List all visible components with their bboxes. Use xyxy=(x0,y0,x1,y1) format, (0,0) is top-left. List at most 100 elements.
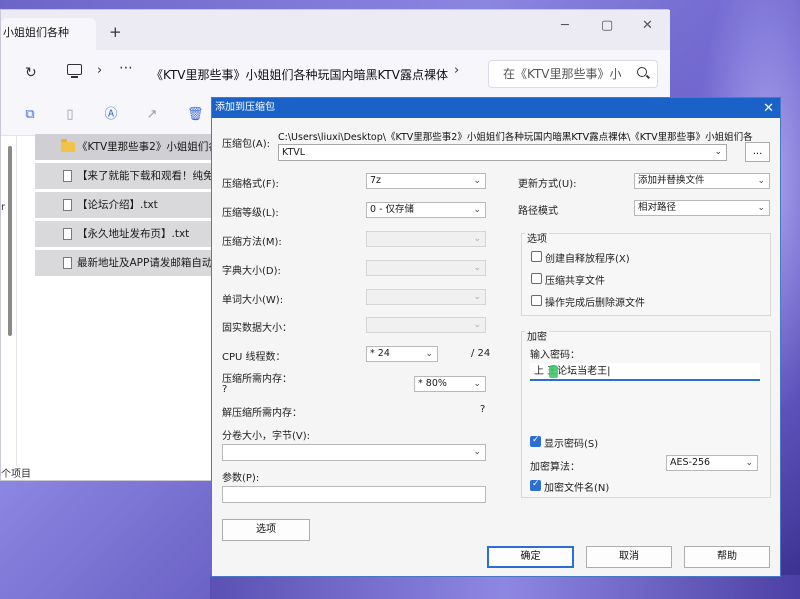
share-icon[interactable]: ↗ xyxy=(145,108,159,122)
volume-size-combo[interactable]: ⌄ xyxy=(222,444,486,461)
navigation-scrollbar[interactable] xyxy=(8,146,12,336)
text-file-icon xyxy=(63,170,72,182)
cpu-threads-total: / 24 xyxy=(471,348,491,359)
search-box[interactable]: 在《KTV里那些事》小 xyxy=(488,60,658,88)
archive-label: 压缩包(A): xyxy=(222,139,271,150)
archive-name-combo[interactable]: KTVL ⌄ xyxy=(278,144,727,161)
add-to-archive-dialog: 添加到压缩包 ✕ 压缩包(A): C:\Users\liuxi\Desktop\… xyxy=(211,97,781,577)
paste-icon[interactable]: ▯ xyxy=(63,108,77,122)
file-row[interactable]: 【永久地址发布页】.txt xyxy=(35,221,235,247)
breadcrumb-path[interactable]: 《KTV里那些事》小姐姐们各种玩国内暗黑KTV露点裸体 xyxy=(151,66,448,83)
format-select[interactable]: 7z ⌄ xyxy=(366,173,486,189)
update-mode-label: 更新方式(U): xyxy=(518,179,577,190)
delete-icon[interactable]: 🗑 xyxy=(187,108,204,122)
file-row[interactable]: 【论坛介绍】.txt xyxy=(35,192,235,218)
ok-button[interactable]: 确定 xyxy=(487,546,574,568)
file-row[interactable]: 《KTV里那些事2》小姐姐们各 xyxy=(35,134,235,160)
status-item-count: 个项目 xyxy=(1,469,31,480)
checkbox-label: 显示密码(S) xyxy=(544,439,599,450)
this-pc-icon[interactable] xyxy=(67,64,82,78)
volume-size-label: 分卷大小，字节(V): xyxy=(222,431,311,442)
encrypt-method-select[interactable]: AES-256 ⌄ xyxy=(666,455,758,471)
search-icon[interactable] xyxy=(637,67,647,77)
memory-value: * 80% xyxy=(418,378,447,389)
dict-label: 字典大小(D): xyxy=(222,266,281,277)
method-select[interactable]: ⌄ xyxy=(366,231,486,247)
checkbox-label: 加密文件名(N) xyxy=(544,483,610,494)
chevron-down-icon: ⌄ xyxy=(473,320,481,330)
decompress-memory-label: 解压缩所需内存： xyxy=(222,408,302,419)
checkbox-box xyxy=(531,295,542,306)
file-name: 【永久地址发布页】.txt xyxy=(77,228,190,240)
path-mode-select[interactable]: 相对路径 ⌄ xyxy=(634,200,770,216)
cancel-button[interactable]: 取消 xyxy=(586,546,672,568)
update-mode-select[interactable]: 添加并替换文件 ⌄ xyxy=(634,173,770,189)
cpu-label: CPU 线程数： xyxy=(222,352,286,363)
wallpaper-bottom xyxy=(210,575,800,599)
dict-select[interactable]: ⌄ xyxy=(366,260,486,276)
solid-select[interactable]: ⌄ xyxy=(366,317,486,333)
chevron-down-icon: ⌄ xyxy=(757,176,765,186)
level-value: 0 - 仅存储 xyxy=(370,204,415,215)
refresh-icon[interactable]: ↻ xyxy=(25,65,37,81)
memory-label: 压缩所需内存： xyxy=(222,374,292,385)
file-row[interactable]: 【来了就能下载和观看！纯免费 xyxy=(35,163,235,189)
cpu-threads-select[interactable]: * 24 ⌄ xyxy=(366,346,438,362)
format-value: 7z xyxy=(370,175,382,186)
mouse-cursor-icon xyxy=(549,365,558,378)
encrypt-method-label: 加密算法： xyxy=(530,462,580,473)
file-row[interactable]: 最新地址及APP请发邮箱自动获 xyxy=(35,250,235,276)
checkbox-label: 压缩共享文件 xyxy=(545,276,605,287)
file-list: 《KTV里那些事2》小姐姐们各 【来了就能下载和观看！纯免费 【论坛介绍】.tx… xyxy=(35,134,235,279)
options-group-title: 选项 xyxy=(525,230,549,245)
file-name: 【论坛介绍】.txt xyxy=(77,199,158,211)
chevron-down-icon: ⌄ xyxy=(745,458,753,468)
encrypt-method-value: AES-256 xyxy=(670,457,711,468)
minimize-button[interactable]: ─ xyxy=(561,18,569,33)
word-label: 单词大小(W): xyxy=(222,295,284,306)
breadcrumb-more-icon[interactable]: ⋯ xyxy=(119,60,133,76)
memory-value-unknown: ? xyxy=(222,384,228,395)
breadcrumb-expand-icon[interactable]: › xyxy=(454,63,459,78)
dialog-close-icon[interactable]: ✕ xyxy=(763,99,774,119)
checkbox-box xyxy=(531,273,542,284)
explorer-tab[interactable]: 小姐姐们各种 xyxy=(1,18,96,50)
maximize-button[interactable]: ▢ xyxy=(601,18,613,33)
text-file-icon xyxy=(63,199,72,211)
file-name: 【来了就能下载和观看！纯免费 xyxy=(77,170,224,182)
options-button[interactable]: 选项 xyxy=(222,519,310,541)
format-label: 压缩格式(F): xyxy=(222,179,279,190)
method-label: 压缩方法(M): xyxy=(222,237,282,248)
new-tab-button[interactable]: + xyxy=(109,23,122,41)
rename-icon[interactable]: Ⓐ xyxy=(104,108,118,122)
path-mode-label: 路径模式 xyxy=(518,206,558,217)
chevron-down-icon: ⌄ xyxy=(473,176,481,186)
archive-name-value: KTVL xyxy=(282,147,306,158)
dialog-title: 添加到压缩包 xyxy=(215,102,275,113)
level-select[interactable]: 0 - 仅存储 ⌄ xyxy=(366,202,486,218)
solid-label: 固实数据大小： xyxy=(222,323,292,334)
memory-select[interactable]: * 80% ⌄ xyxy=(414,376,486,392)
params-input[interactable] xyxy=(222,486,486,503)
update-mode-value: 添加并替换文件 xyxy=(638,175,705,186)
copy-icon[interactable]: ⧉ xyxy=(23,108,37,122)
checkbox-box xyxy=(530,435,541,447)
dialog-titlebar: 添加到压缩包 ✕ xyxy=(212,98,780,118)
archive-path-text: C:\Users\liuxi\Desktop\《KTV里那些事2》小姐姐们各种玩… xyxy=(278,132,753,143)
explorer-titlebar: 小姐姐们各种 ✕ + ─ ▢ ✕ xyxy=(1,10,670,50)
help-button[interactable]: 帮助 xyxy=(684,546,770,568)
chevron-down-icon: ⌄ xyxy=(473,447,481,457)
cpu-threads-value: * 24 xyxy=(370,348,390,359)
decompress-memory-value: ? xyxy=(480,404,486,415)
browse-button[interactable]: ... xyxy=(745,142,770,162)
close-window-button[interactable]: ✕ xyxy=(642,18,653,33)
password-label: 输入密码： xyxy=(530,350,580,361)
chevron-down-icon: ⌄ xyxy=(425,349,433,359)
chevron-down-icon: ⌄ xyxy=(473,292,481,302)
word-select[interactable]: ⌄ xyxy=(366,289,486,305)
password-input[interactable]: 上 王论坛当老王| xyxy=(530,363,760,381)
breadcrumb-chevron-icon[interactable]: › xyxy=(97,63,102,78)
checkbox-box xyxy=(530,479,541,491)
folder-icon xyxy=(61,139,75,152)
checkbox-label: 操作完成后删除源文件 xyxy=(545,298,645,309)
